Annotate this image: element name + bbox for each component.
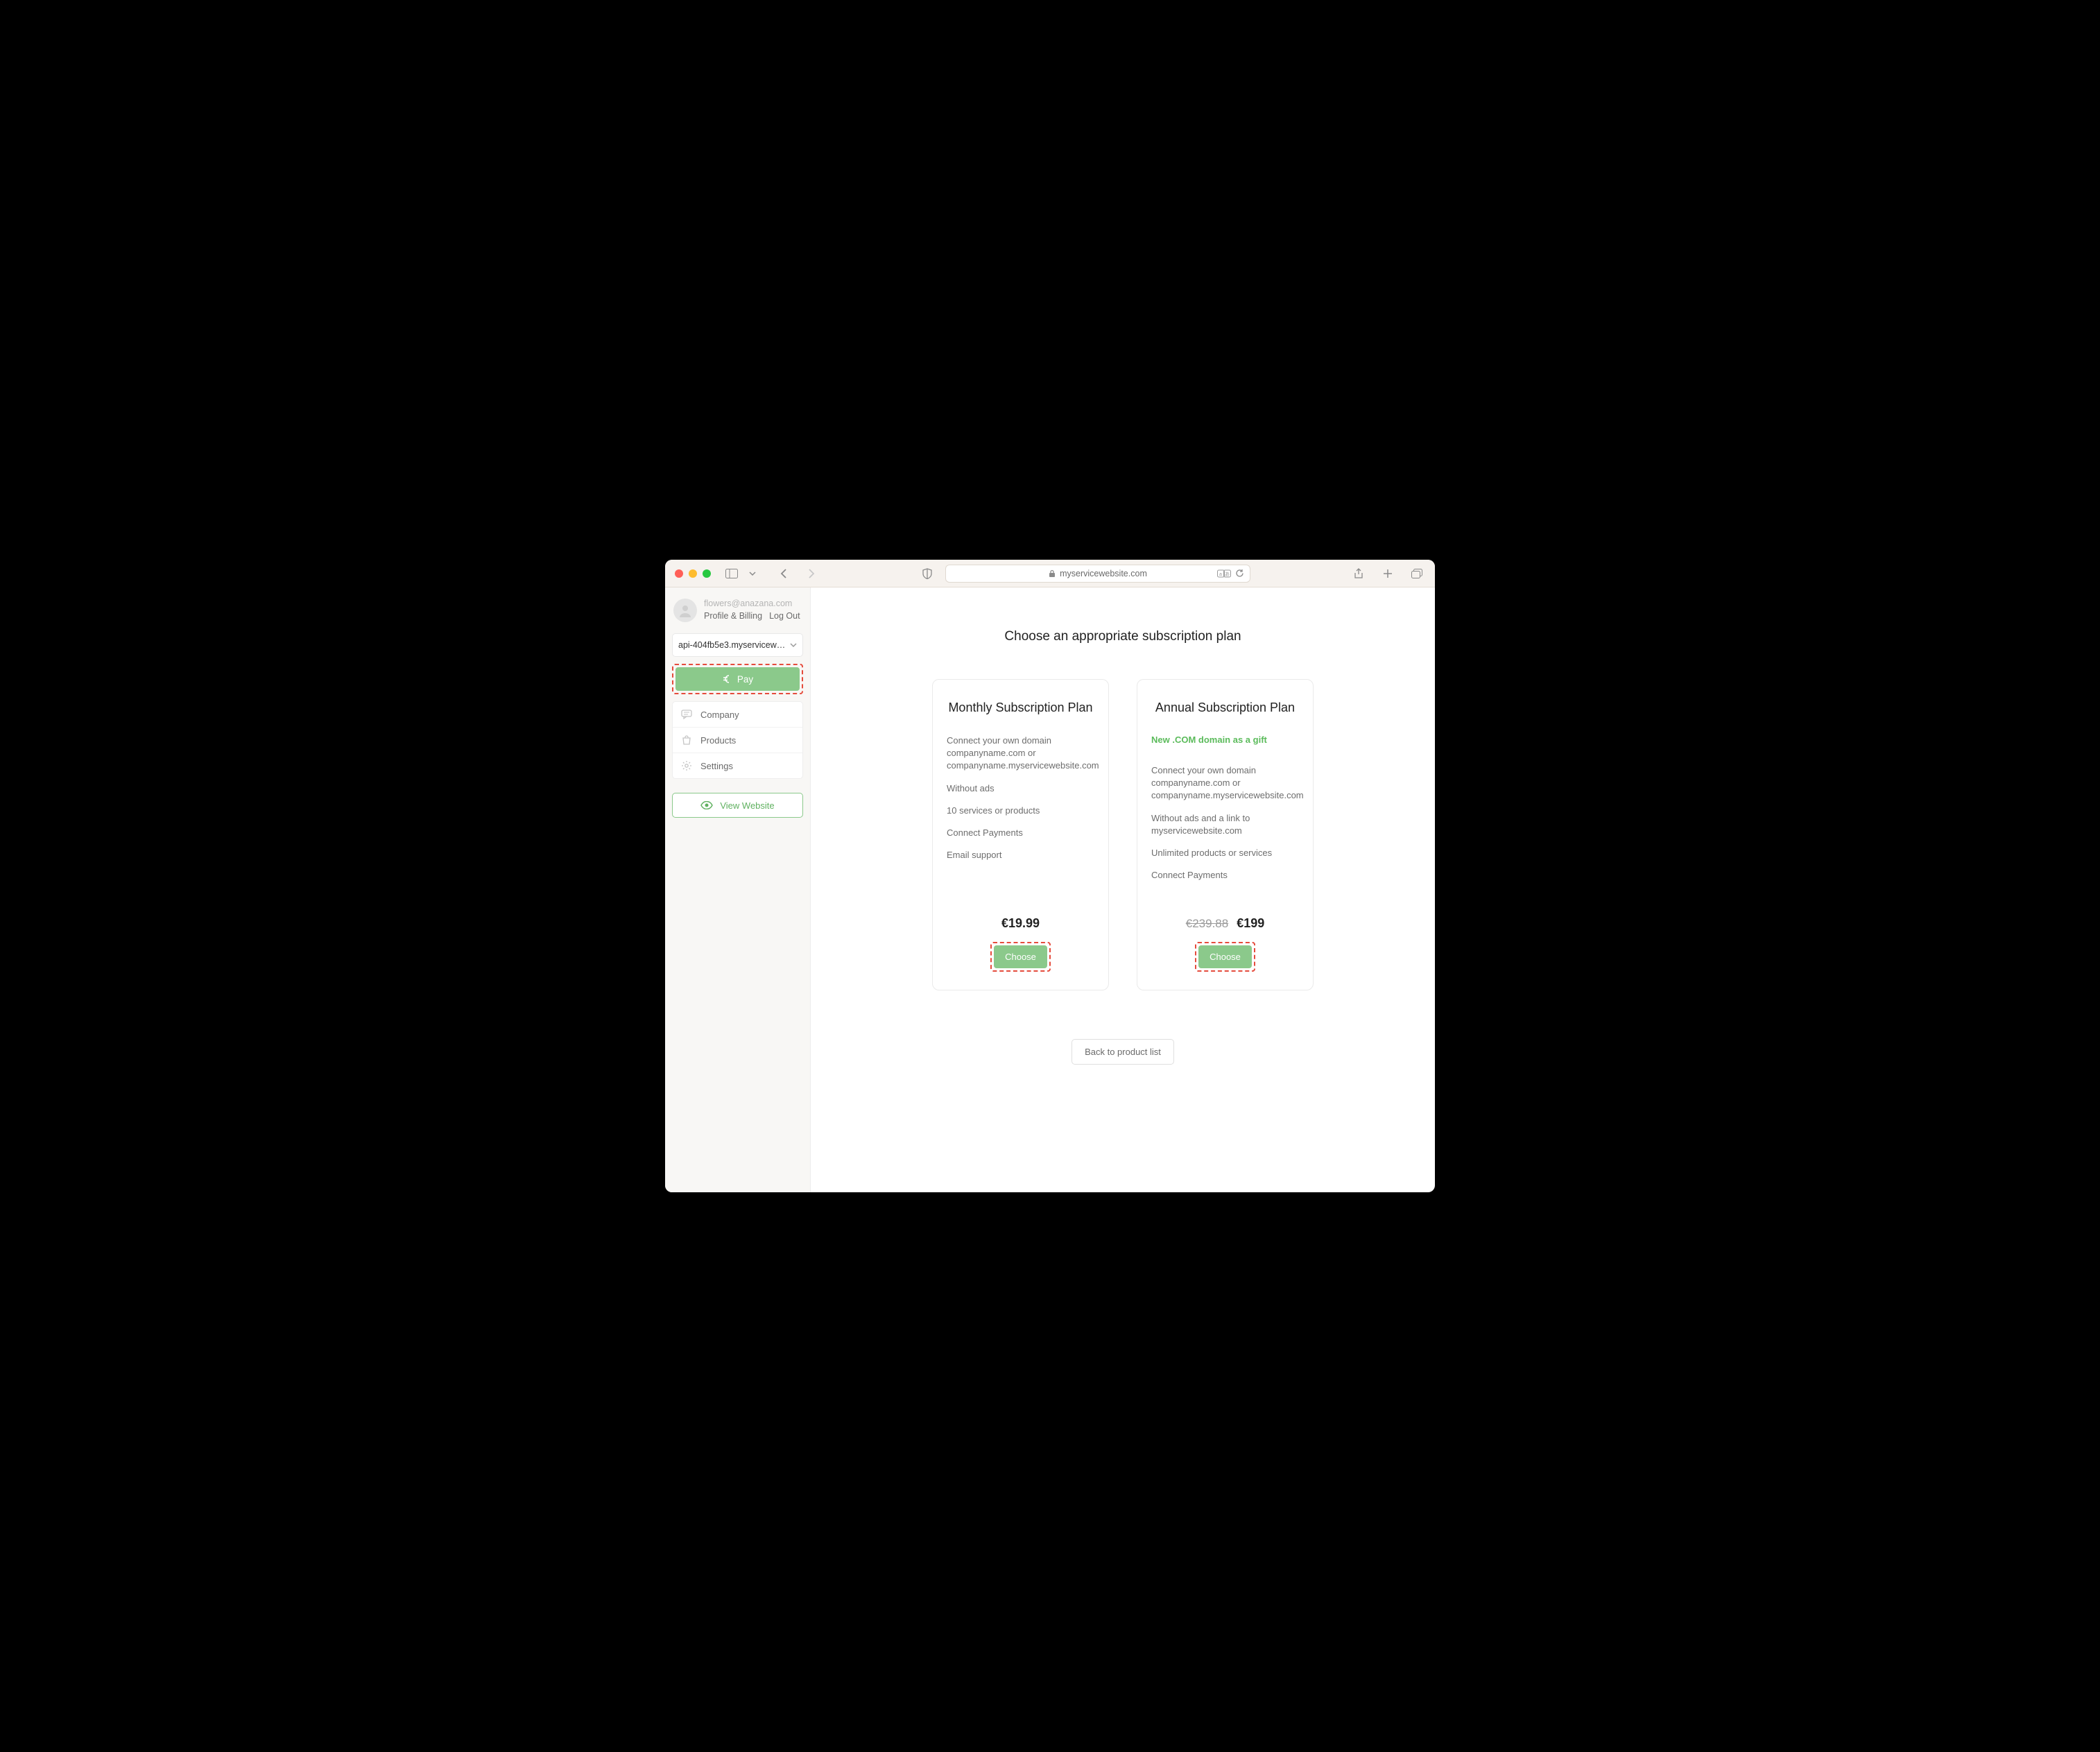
plan-monthly: Monthly Subscription Plan Connect your o… [932,679,1109,990]
chat-icon [681,709,692,720]
plan-feature: Unlimited products or services [1151,847,1299,859]
choose-button-highlight: Choose [1195,942,1255,972]
svg-text:a: a [1219,572,1222,577]
nav-item-settings[interactable]: Settings [673,753,802,778]
bag-icon [681,735,692,746]
price-value: €199 [1237,916,1264,931]
plan-features: Connect your own domain companyname.com … [947,735,1094,861]
plan-features: Connect your own domain companyname.com … [1151,764,1299,882]
new-tab-icon[interactable] [1379,565,1396,582]
pay-button-highlight: Pay [672,664,803,694]
titlebar: myservicewebsite.com aあ [665,560,1435,587]
site-selector-value: api-404fb5e3.myservicewebsite… [678,640,786,650]
svg-text:あ: あ [1225,572,1230,577]
nav-list: Company Products Settings [672,701,803,779]
plan-feature: Without ads [947,782,1094,795]
price-value: €19.99 [1001,916,1040,931]
choose-button-highlight: Choose [990,942,1051,972]
euro-icon [722,674,730,684]
plan-feature: Connect your own domain companyname.com … [1151,764,1299,802]
back-button[interactable] [776,565,793,582]
share-icon[interactable] [1350,565,1367,582]
gear-icon [681,760,692,771]
view-website-label: View Website [720,800,774,811]
chevron-down-icon[interactable] [744,565,761,582]
plan-price: €239.88 €199 [1151,916,1299,931]
avatar [673,599,697,622]
plan-price: €19.99 [947,916,1094,931]
plan-title: Annual Subscription Plan [1151,701,1299,715]
pay-label: Pay [737,674,753,685]
lock-icon [1049,569,1056,578]
plan-feature: 10 services or products [947,805,1094,817]
price-old: €239.88 [1186,917,1228,931]
main: Choose an appropriate subscription plan … [811,587,1435,1192]
user-email: flowers@anazana.com [704,599,800,608]
shield-icon[interactable] [919,565,936,582]
url-text: myservicewebsite.com [1060,569,1147,578]
sidebar-toggle-icon[interactable] [723,565,740,582]
tabs-overview-icon[interactable] [1409,565,1425,582]
maximize-window-button[interactable] [703,569,711,578]
plan-title: Monthly Subscription Plan [947,701,1094,715]
plan-gift: New .COM domain as a gift [1151,735,1299,745]
choose-monthly-button[interactable]: Choose [994,945,1047,968]
eye-icon [700,801,713,809]
plans-row: Monthly Subscription Plan Connect your o… [932,679,1314,990]
logout-link[interactable]: Log Out [769,611,800,621]
minimize-window-button[interactable] [689,569,697,578]
chevron-down-icon [790,642,797,649]
page-title: Choose an appropriate subscription plan [1004,629,1241,644]
nav-label: Products [700,735,736,746]
page-content: flowers@anazana.com Profile & Billing Lo… [665,587,1435,1192]
back-to-products-button[interactable]: Back to product list [1071,1039,1174,1065]
plan-feature: Connect Payments [947,827,1094,839]
nav-item-products[interactable]: Products [673,728,802,753]
plan-feature: Without ads and a link to myservicewebsi… [1151,812,1299,837]
site-selector[interactable]: api-404fb5e3.myservicewebsite… [672,633,803,657]
user-block: flowers@anazana.com Profile & Billing Lo… [672,597,803,626]
translate-icon[interactable]: aあ [1217,569,1231,578]
plan-feature: Connect Payments [1151,869,1299,882]
plan-annual: Annual Subscription Plan New .COM domain… [1137,679,1314,990]
sidebar: flowers@anazana.com Profile & Billing Lo… [665,587,811,1192]
plan-feature: Connect your own domain companyname.com … [947,735,1094,773]
nav-item-company[interactable]: Company [673,702,802,728]
nav-label: Company [700,710,739,720]
window-controls [675,569,711,578]
plan-feature: Email support [947,849,1094,861]
browser-window: myservicewebsite.com aあ [665,560,1435,1192]
nav-label: Settings [700,761,733,771]
view-website-button[interactable]: View Website [672,793,803,818]
forward-button[interactable] [802,565,819,582]
reload-icon[interactable] [1235,569,1244,578]
choose-annual-button[interactable]: Choose [1198,945,1252,968]
pay-button[interactable]: Pay [675,667,800,691]
address-bar[interactable]: myservicewebsite.com aあ [945,565,1250,583]
profile-billing-link[interactable]: Profile & Billing [704,611,762,621]
close-window-button[interactable] [675,569,683,578]
